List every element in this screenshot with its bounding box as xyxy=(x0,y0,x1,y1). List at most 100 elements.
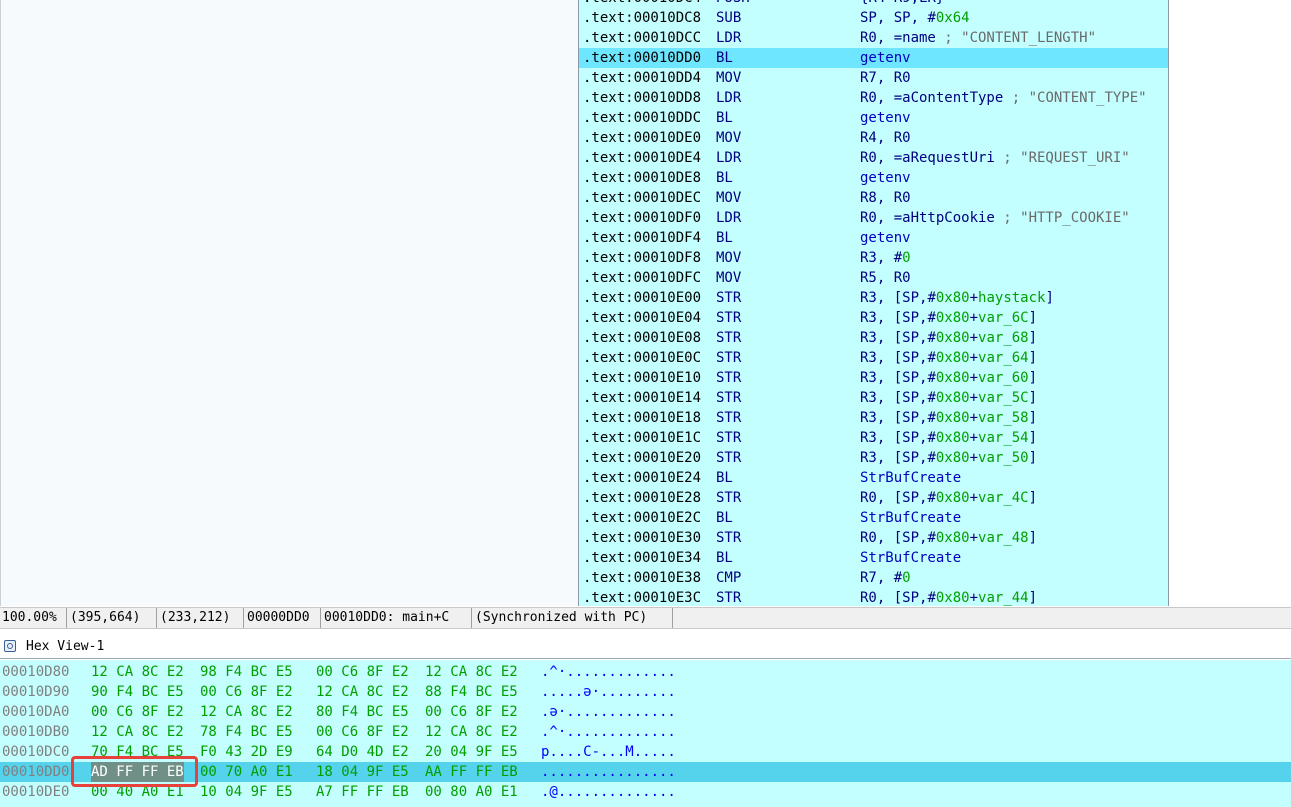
disasm-operand[interactable]: R0, [SP,#0x80+var_44] xyxy=(860,588,1037,606)
disasm-line[interactable]: .text:00010DFC MOV R5, R0 xyxy=(579,268,1168,288)
disasm-line[interactable]: .text:00010E1C STR R3, [SP,#0x80+var_54] xyxy=(579,428,1168,448)
disasm-operand[interactable]: R4, R0 xyxy=(860,128,911,148)
disasm-address[interactable]: .text:00010E20 xyxy=(583,448,701,468)
disasm-mnemonic[interactable]: BL xyxy=(716,548,733,568)
disasm-operand[interactable]: R0, =aHttpCookie ; "HTTP_COOKIE" xyxy=(860,208,1130,228)
disasm-mnemonic[interactable]: LDR xyxy=(716,148,741,168)
disasm-mnemonic[interactable]: STR xyxy=(716,428,741,448)
disasm-operand[interactable]: R3, [SP,#0x80+var_64] xyxy=(860,348,1037,368)
disasm-line[interactable]: .text:00010E3C STR R0, [SP,#0x80+var_44] xyxy=(579,588,1168,606)
disasm-line[interactable]: .text:00010DEC MOV R8, R0 xyxy=(579,188,1168,208)
disasm-address[interactable]: .text:00010E2C xyxy=(583,508,701,528)
hex-offset[interactable]: 00010D80 xyxy=(2,662,69,682)
hex-bytes[interactable]: 10 04 9F E5 xyxy=(200,782,293,802)
disasm-address[interactable]: .text:00010E3C xyxy=(583,588,701,606)
hex-bytes[interactable]: 18 04 9F E5 xyxy=(316,762,409,782)
disasm-mnemonic[interactable]: LDR xyxy=(716,88,741,108)
disasm-address[interactable]: .text:00010DD4 xyxy=(583,68,701,88)
disasm-line[interactable]: .text:00010E20 STR R3, [SP,#0x80+var_50] xyxy=(579,448,1168,468)
disasm-mnemonic[interactable]: MOV xyxy=(716,248,741,268)
disasm-mnemonic[interactable]: STR xyxy=(716,488,741,508)
disasm-mnemonic[interactable]: LDR xyxy=(716,208,741,228)
disasm-line[interactable]: .text:00010E2C BL StrBufCreate xyxy=(579,508,1168,528)
hex-bytes[interactable]: 64 D0 4D E2 xyxy=(316,742,409,762)
hex-offset[interactable]: 00010D90 xyxy=(2,682,69,702)
hex-bytes[interactable]: A7 FF FF EB xyxy=(316,782,409,802)
disasm-address[interactable]: .text:00010E04 xyxy=(583,308,701,328)
hex-bytes[interactable]: 00 C6 8F E2 xyxy=(91,702,184,722)
disasm-mnemonic[interactable]: STR xyxy=(716,288,741,308)
hex-offset[interactable]: 00010DB0 xyxy=(2,722,69,742)
disasm-address[interactable]: .text:00010DE4 xyxy=(583,148,701,168)
disasm-address[interactable]: .text:00010DC4 xyxy=(583,0,701,8)
hex-bytes[interactable]: 12 CA 8C E2 xyxy=(91,722,184,742)
disasm-address[interactable]: .text:00010DEC xyxy=(583,188,701,208)
disasm-address[interactable]: .text:00010DF8 xyxy=(583,248,701,268)
hex-ascii[interactable]: .^·............. xyxy=(541,662,676,682)
disasm-mnemonic[interactable]: STR xyxy=(716,388,741,408)
disasm-operand[interactable]: R5, R0 xyxy=(860,268,911,288)
disassembly-view[interactable]: .text:00010DC4 PUSH {R4-R9,LR} .text:00010D… xyxy=(578,0,1169,606)
disasm-line[interactable]: .text:00010DE4 LDR R0, =aRequestUri ; "REQ… xyxy=(579,148,1168,168)
hex-bytes[interactable]: 78 F4 BC E5 xyxy=(200,722,293,742)
hex-bytes[interactable]: 12 CA 8C E2 xyxy=(316,682,409,702)
disasm-operand[interactable]: R3, [SP,#0x80+var_5C] xyxy=(860,388,1037,408)
disasm-operand[interactable]: getenv xyxy=(860,48,911,68)
disasm-mnemonic[interactable]: SUB xyxy=(716,8,741,28)
disasm-mnemonic[interactable]: PUSH xyxy=(716,0,750,8)
disasm-address[interactable]: .text:00010E00 xyxy=(583,288,701,308)
disasm-line[interactable]: .text:00010DF4 BL getenv xyxy=(579,228,1168,248)
disasm-mnemonic[interactable]: STR xyxy=(716,368,741,388)
disasm-address[interactable]: .text:00010E30 xyxy=(583,528,701,548)
disasm-line[interactable]: .text:00010DE0 MOV R4, R0 xyxy=(579,128,1168,148)
disasm-line[interactable]: .text:00010E14 STR R3, [SP,#0x80+var_5C] xyxy=(579,388,1168,408)
disasm-address[interactable]: .text:00010DF4 xyxy=(583,228,701,248)
disasm-line[interactable]: .text:00010DF0 LDR R0, =aHttpCookie ; "HTT… xyxy=(579,208,1168,228)
disasm-address[interactable]: .text:00010DFC xyxy=(583,268,701,288)
disasm-line[interactable]: .text:00010E0C STR R3, [SP,#0x80+var_64] xyxy=(579,348,1168,368)
disasm-address[interactable]: .text:00010DD0 xyxy=(583,48,701,68)
disasm-mnemonic[interactable]: STR xyxy=(716,328,741,348)
disasm-operand[interactable]: R0, =name ; "CONTENT_LENGTH" xyxy=(860,28,1096,48)
disasm-mnemonic[interactable]: BL xyxy=(716,468,733,488)
hex-view-titlebar[interactable]: Hex View-1 xyxy=(0,635,1291,659)
disasm-operand[interactable]: R0, [SP,#0x80+var_48] xyxy=(860,528,1037,548)
disasm-operand[interactable]: StrBufCreate xyxy=(860,548,961,568)
disasm-operand[interactable]: StrBufCreate xyxy=(860,468,961,488)
disasm-operand[interactable]: R3, [SP,#0x80+haystack] xyxy=(860,288,1054,308)
disasm-operand[interactable]: R3, [SP,#0x80+var_68] xyxy=(860,328,1037,348)
disasm-mnemonic[interactable]: MOV xyxy=(716,68,741,88)
hex-row[interactable]: 00010DB0 12 CA 8C E2 78 F4 BC E5 00 C6 8F E… xyxy=(0,722,1291,742)
hex-bytes[interactable]: 00 70 A0 E1 xyxy=(200,762,293,782)
hex-bytes[interactable]: 12 CA 8C E2 xyxy=(91,662,184,682)
hex-bytes[interactable]: 98 F4 BC E5 xyxy=(200,662,293,682)
disasm-address[interactable]: .text:00010DE8 xyxy=(583,168,701,188)
disasm-operand[interactable]: SP, SP, #0x64 xyxy=(860,8,970,28)
disasm-mnemonic[interactable]: STR xyxy=(716,308,741,328)
hex-bytes[interactable]: 00 C6 8F E2 xyxy=(316,722,409,742)
hex-row[interactable]: 00010D90 90 F4 BC E5 00 C6 8F E2 12 CA 8C E… xyxy=(0,682,1291,702)
disasm-address[interactable]: .text:00010DE0 xyxy=(583,128,701,148)
hex-bytes[interactable]: 20 04 9F E5 xyxy=(425,742,518,762)
disasm-address[interactable]: .text:00010DCC xyxy=(583,28,701,48)
hex-ascii[interactable]: .@.............. xyxy=(541,782,676,802)
disasm-operand[interactable]: R0, [SP,#0x80+var_4C] xyxy=(860,488,1037,508)
hex-bytes[interactable]: AA FF FF EB xyxy=(425,762,518,782)
disasm-address[interactable]: .text:00010E28 xyxy=(583,488,701,508)
disasm-line[interactable]: .text:00010DD4 MOV R7, R0 xyxy=(579,68,1168,88)
disasm-line[interactable]: .text:00010E08 STR R3, [SP,#0x80+var_68] xyxy=(579,328,1168,348)
disasm-address[interactable]: .text:00010E18 xyxy=(583,408,701,428)
disasm-address[interactable]: .text:00010DD8 xyxy=(583,88,701,108)
disasm-operand[interactable]: {R4-R9,LR} xyxy=(860,0,944,8)
hex-ascii[interactable]: p....C-...M..... xyxy=(541,742,676,762)
disasm-line[interactable]: .text:00010E38 CMP R7, #0 xyxy=(579,568,1168,588)
disasm-line[interactable]: .text:00010DD0 BL getenv xyxy=(579,48,1168,68)
disasm-address[interactable]: .text:00010E38 xyxy=(583,568,701,588)
disasm-operand[interactable]: R7, #0 xyxy=(860,568,911,588)
disasm-line[interactable]: .text:00010DE8 BL getenv xyxy=(579,168,1168,188)
hex-bytes[interactable]: 00 C6 8F E2 xyxy=(425,702,518,722)
disasm-operand[interactable]: R3, [SP,#0x80+var_60] xyxy=(860,368,1037,388)
disasm-mnemonic[interactable]: MOV xyxy=(716,128,741,148)
disasm-line[interactable]: .text:00010DDC BL getenv xyxy=(579,108,1168,128)
disasm-mnemonic[interactable]: BL xyxy=(716,108,733,128)
